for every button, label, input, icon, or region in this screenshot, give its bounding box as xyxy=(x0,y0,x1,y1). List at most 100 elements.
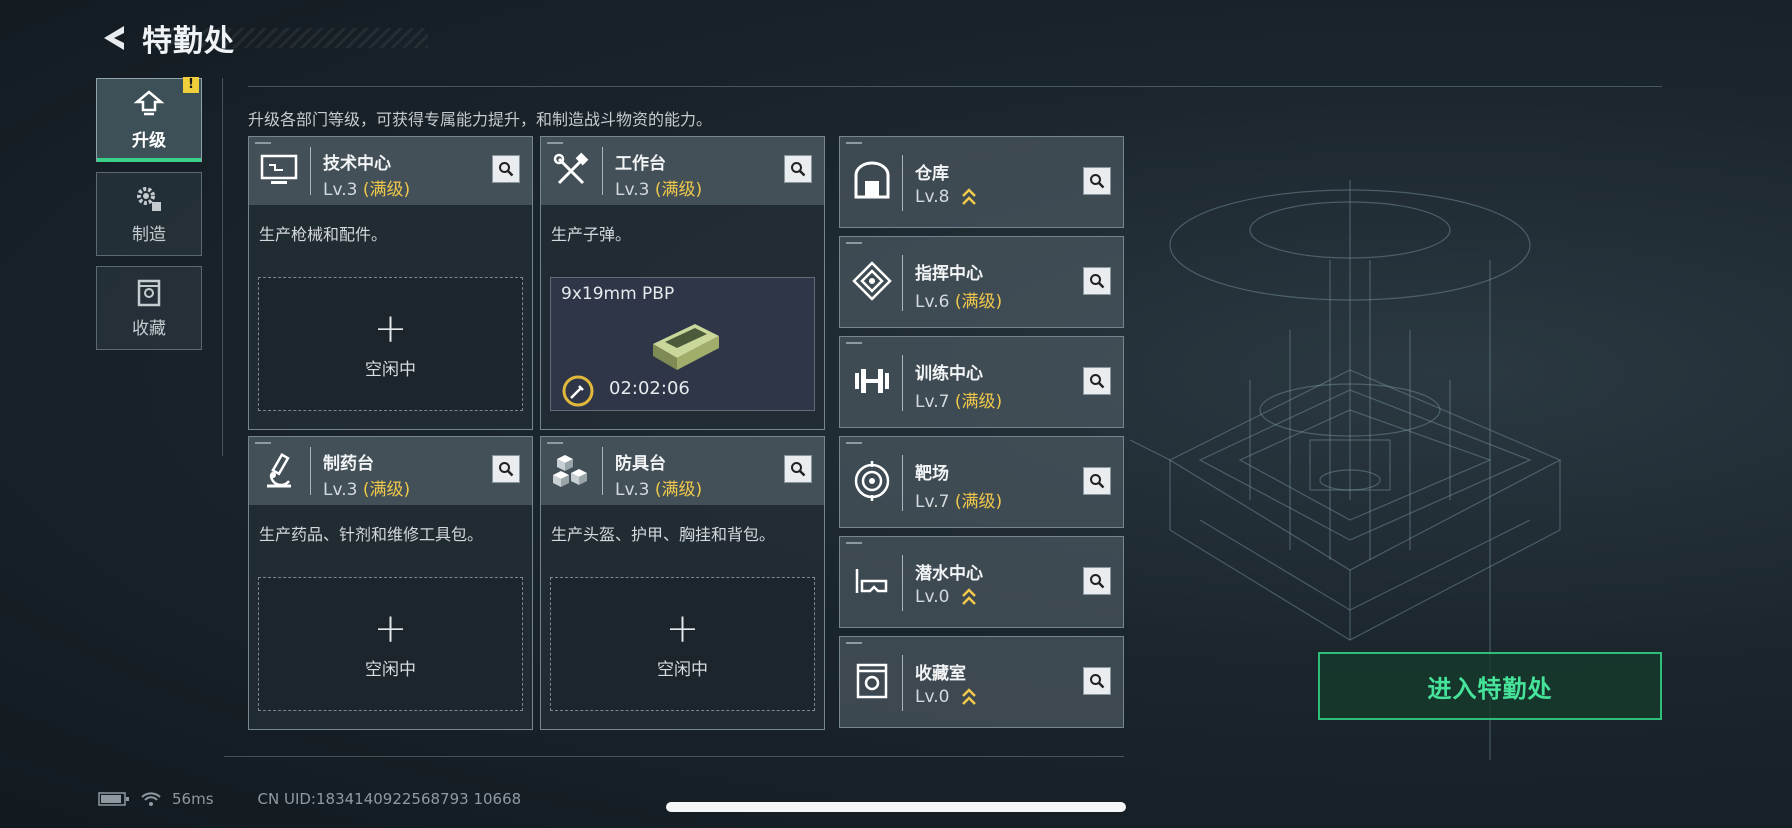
plus-icon: + xyxy=(373,605,408,652)
corner-mark xyxy=(846,142,862,144)
vault-icon xyxy=(850,659,894,703)
facility-level: Lv.7 (满级) xyxy=(915,392,1003,412)
back-arrow-icon xyxy=(104,26,124,50)
card-divider xyxy=(902,455,903,511)
tab-collection[interactable]: 收藏 xyxy=(96,266,202,350)
workshop-name: 制药台 xyxy=(323,454,374,474)
alert-badge: ! xyxy=(183,77,199,93)
corner-mark xyxy=(547,142,563,144)
search-icon xyxy=(1090,274,1105,289)
facility-level: Lv.8 xyxy=(915,187,977,207)
inspect-button[interactable] xyxy=(1083,667,1111,695)
workshop-name: 技术中心 xyxy=(323,154,391,174)
facility-card-shooting-range[interactable]: 靶场 Lv.7 (满级) xyxy=(839,436,1124,528)
card-divider xyxy=(902,355,903,411)
workshop-description: 生产药品、针剂和维修工具包。 xyxy=(259,525,484,544)
search-icon xyxy=(499,462,514,477)
search-icon xyxy=(1090,174,1105,189)
facility-card-command-center[interactable]: 指挥中心 Lv.6 (满级) xyxy=(839,236,1124,328)
inspect-button[interactable] xyxy=(492,155,520,183)
max-level-tag: (满级) xyxy=(954,292,1003,312)
search-icon xyxy=(1090,674,1105,689)
facility-card-warehouse[interactable]: 仓库 Lv.8 xyxy=(839,136,1124,228)
production-slot-idle[interactable]: + 空闲中 xyxy=(550,577,815,711)
plus-icon: + xyxy=(373,305,408,352)
facility-card-training-center[interactable]: 训练中心 Lv.7 (满级) xyxy=(839,336,1124,428)
corner-mark xyxy=(846,442,862,444)
production-slot-idle[interactable]: + 空闲中 xyxy=(258,577,523,711)
microscope-icon xyxy=(257,449,301,493)
command-icon xyxy=(850,259,894,303)
max-level-tag: (满级) xyxy=(654,180,703,200)
production-slot-idle[interactable]: + 空闲中 xyxy=(258,277,523,411)
home-indicator[interactable] xyxy=(666,802,1126,812)
timer-icon xyxy=(562,375,594,407)
idle-label: 空闲中 xyxy=(365,359,416,380)
corner-mark xyxy=(255,142,271,144)
card-header: 技术中心 Lv.3 (满级) xyxy=(249,137,532,205)
workshop-description: 生产枪械和配件。 xyxy=(259,225,388,244)
workshop-name: 工作台 xyxy=(615,154,666,174)
status-bar: 56ms CN UID:1834140922568793 10668 xyxy=(98,790,521,808)
header-divider xyxy=(310,147,311,195)
user-uid: CN UID:1834140922568793 10668 xyxy=(257,790,522,808)
inspect-button[interactable] xyxy=(1083,567,1111,595)
facility-name: 仓库 xyxy=(915,164,949,184)
inspect-button[interactable] xyxy=(1083,467,1111,495)
computer-icon xyxy=(257,149,301,193)
inspect-button[interactable] xyxy=(1083,367,1111,395)
search-icon xyxy=(791,462,806,477)
tab-upgrade[interactable]: ! 升级 xyxy=(96,77,202,162)
search-icon xyxy=(499,162,514,177)
production-slot-active[interactable]: 9x19mm PBP 02:02:06 xyxy=(550,277,815,411)
max-level-tag: (满级) xyxy=(654,480,703,500)
upgrade-icon xyxy=(133,89,165,115)
tab-upgrade-label: 升级 xyxy=(132,130,166,151)
enter-special-ops-button[interactable]: 进入特勤处 xyxy=(1318,652,1662,720)
facility-name: 潜水中心 xyxy=(915,564,983,584)
frame-line xyxy=(224,756,1124,757)
header-divider xyxy=(310,447,311,495)
card-header: 工作台 Lv.3 (满级) xyxy=(541,137,824,205)
corner-mark xyxy=(846,242,862,244)
inspect-button[interactable] xyxy=(492,455,520,483)
idle-label: 空闲中 xyxy=(657,659,708,680)
upgrade-chevron-icon xyxy=(961,688,976,705)
corner-mark xyxy=(846,542,862,544)
card-divider xyxy=(902,655,903,711)
inspect-button[interactable] xyxy=(1083,167,1111,195)
vault-icon xyxy=(137,279,161,306)
tools-icon xyxy=(549,149,593,193)
facility-card-dive-center[interactable]: 潜水中心 Lv.0 xyxy=(839,536,1124,628)
inspect-button[interactable] xyxy=(784,155,812,183)
header-divider xyxy=(602,147,603,195)
dive-mask-icon xyxy=(850,559,894,603)
workshop-description: 生产子弹。 xyxy=(551,225,632,244)
inspect-button[interactable] xyxy=(784,455,812,483)
search-icon xyxy=(1090,374,1105,389)
wifi-icon xyxy=(141,792,161,806)
workshop-level: Lv.3 (满级) xyxy=(615,180,703,200)
inspect-button[interactable] xyxy=(1083,267,1111,295)
header: 特勤处 xyxy=(96,18,235,59)
ping-value: 56ms xyxy=(172,790,214,808)
facility-level: Lv.0 xyxy=(915,687,977,707)
plus-icon: + xyxy=(665,605,700,652)
facility-card-collection-room[interactable]: 收藏室 Lv.0 xyxy=(839,636,1124,728)
search-icon xyxy=(791,162,806,177)
max-level-tag: (满级) xyxy=(954,392,1003,412)
tab-craft[interactable]: 制造 xyxy=(96,172,202,256)
idle-label: 空闲中 xyxy=(365,659,416,680)
ammo-box-image xyxy=(653,324,719,370)
target-icon xyxy=(850,459,894,503)
back-button[interactable] xyxy=(96,20,132,56)
search-icon xyxy=(1090,574,1105,589)
workshop-card-armor: 防具台 Lv.3 (满级) 生产头盔、护甲、胸挂和背包。 + 空闲中 xyxy=(540,436,825,730)
production-timer: 02:02:06 xyxy=(609,378,690,399)
header-divider xyxy=(602,447,603,495)
enter-button-label: 进入特勤处 xyxy=(1427,674,1553,703)
facility-name: 指挥中心 xyxy=(915,264,983,284)
facility-name: 靶场 xyxy=(915,464,949,484)
facility-level: Lv.6 (满级) xyxy=(915,292,1003,312)
product-name: 9x19mm PBP xyxy=(561,284,675,304)
